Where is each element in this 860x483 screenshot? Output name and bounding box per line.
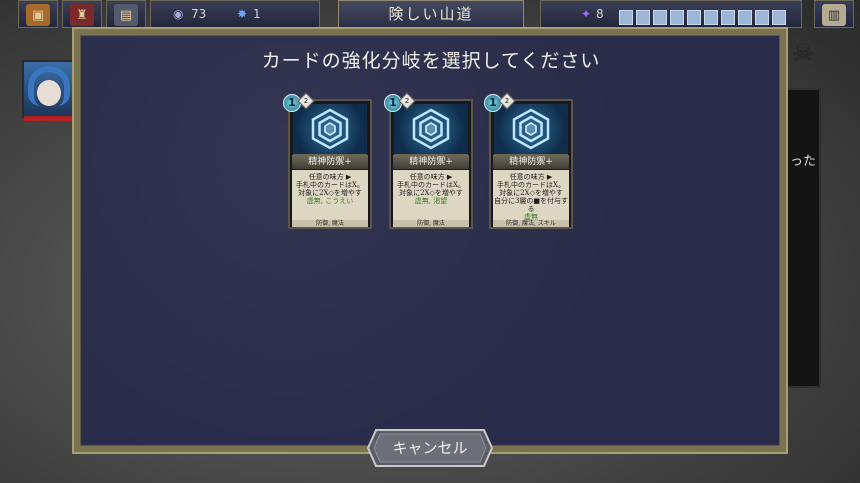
gold-count: 73 (191, 7, 207, 21)
card-keywords: 虚無 (524, 213, 538, 220)
rarity-value: 2 (303, 97, 309, 105)
rarity-value: 2 (404, 97, 410, 105)
hexagon-icon (412, 108, 450, 150)
card-text-line: 手札中のカードはX。 (397, 181, 465, 189)
top-hud: ▣ ♜ ▤ ◉ 73 ✸ 1 険しい山道 ✦ 8 ▥ (0, 0, 860, 30)
hp-bar (24, 116, 74, 121)
card-text-line: 手札中のカードはX。 (497, 181, 565, 189)
side-panel-text: った (790, 154, 817, 169)
card-text-line: 対象に2X◇を増やす (499, 189, 563, 197)
upgrade-card-option[interactable]: 精神防禦+ 任意の味方 ▶ 手札中のカードはX。 対象に2X◇を増やす 自分に3層の■を… (484, 92, 573, 229)
side-panel (785, 88, 821, 388)
upgrade-card-option[interactable]: 精神防禦+ 任意の味方 ▶ 手札中のカードはX。 対象に2X◇を増やす 虚無, 渇望 防御… (384, 92, 473, 229)
hexagon-icon (512, 108, 550, 150)
cancel-button[interactable]: キャンセル (366, 428, 494, 468)
card-tags: 防御, 魔法 (292, 220, 368, 227)
map-button[interactable]: ▥ (814, 0, 854, 28)
dialog-title: カードの強化分岐を選択してください (261, 50, 601, 72)
card-tags: 防御, 魔法 (393, 220, 469, 227)
upgrade-branch-dialog: カードの強化分岐を選択してください 精神防禦+ 任意の味方 ▶ 手札中のカードはX。… (80, 35, 780, 446)
card-description: 任意の味方 ▶ 手札中のカードはX。 対象に2X◇を増やす 自分に3層の■を付与する虚… (493, 170, 569, 220)
deck-icon: ✦ (581, 7, 592, 21)
card-text-line: 対象に2X◇を増やす (298, 189, 362, 197)
card-keywords: 虚無, 渇望 (414, 197, 448, 205)
card-art (494, 104, 568, 155)
deck-slot (653, 10, 667, 25)
card-art (293, 104, 367, 155)
character-portrait[interactable] (22, 60, 74, 118)
deck-slot (687, 10, 701, 25)
relic-icon: ♜ (70, 4, 94, 26)
cancel-label: キャンセル (392, 439, 468, 457)
hexagon-icon (311, 108, 349, 150)
card-name: 精神防禦+ (493, 155, 569, 169)
card-text-line: 任意の味方 ▶ (509, 173, 553, 181)
card-cost-badge: 1 (384, 94, 402, 112)
bag-icon: ▣ (26, 4, 50, 26)
card-text-line: 自分に3層の■を付与する (493, 197, 569, 213)
deck-count: 8 (596, 7, 604, 21)
deck-slot (772, 10, 786, 25)
card-name: 精神防禦+ (393, 155, 469, 169)
deck-slot (755, 10, 769, 25)
deck-slot (670, 10, 684, 25)
card-description: 任意の味方 ▶ 手札中のカードはX。 対象に2X◇を増やす 虚無, 渇望 (393, 170, 469, 220)
card-cost-badge: 1 (484, 94, 502, 112)
card-text-line: 任意の味方 ▶ (409, 173, 453, 181)
card-description: 任意の味方 ▶ 手札中のカードはX。 対象に2X◇を増やす 虚無, こうえい (292, 170, 368, 220)
bag-button[interactable]: ▣ (18, 0, 58, 28)
card-art (394, 104, 468, 155)
deck-panel: ✦ 8 (540, 0, 802, 28)
deck-slot (738, 10, 752, 25)
resource-panel: ◉ 73 ✸ 1 (150, 0, 320, 28)
deck-slot (619, 10, 633, 25)
card-tags: 防御, 魔法, スキル (493, 220, 569, 227)
deck-slot (636, 10, 650, 25)
card-keywords: 虚無, こうえい (306, 197, 354, 205)
deck-view-button[interactable]: ▤ (106, 0, 146, 28)
card-cost-badge: 1 (283, 94, 301, 112)
relic-button[interactable]: ♜ (62, 0, 102, 28)
upgrade-card-option[interactable]: 精神防禦+ 任意の味方 ▶ 手札中のカードはX。 対象に2X◇を増やす 虚無, こうえい… (283, 92, 372, 229)
scroll-icon: ▥ (822, 4, 846, 26)
card-name: 精神防禦+ (292, 155, 368, 169)
coin-icon: ◉ (173, 7, 184, 21)
skull-icon: ☠ (792, 39, 814, 67)
crystal-icon: ✸ (237, 7, 248, 21)
card-text-line: 任意の味方 ▶ (308, 173, 352, 181)
deck-slot (721, 10, 735, 25)
crystal-count: 1 (253, 7, 261, 21)
card-text-line: 対象に2X◇を増やす (399, 189, 463, 197)
deck-slot (704, 10, 718, 25)
card-text-line: 手札中のカードはX。 (296, 181, 364, 189)
rarity-value: 2 (504, 97, 510, 105)
face-shape (37, 80, 61, 106)
book-icon: ▤ (114, 4, 138, 26)
location-title: 険しい山道 (338, 0, 524, 28)
